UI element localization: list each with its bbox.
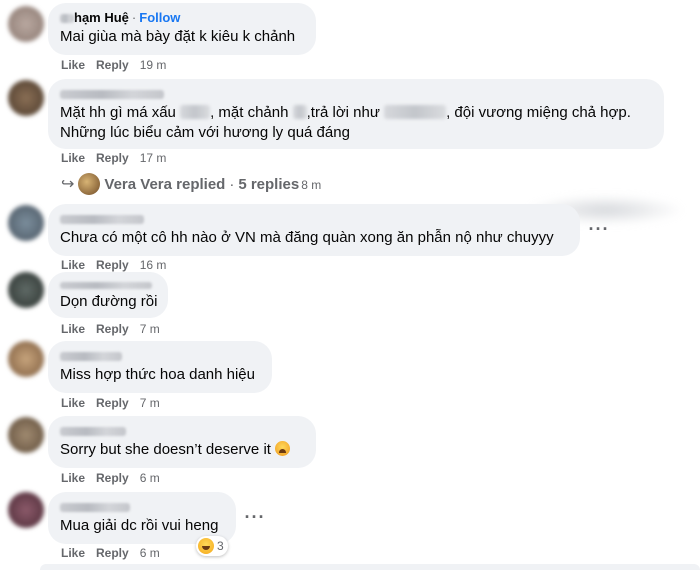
reaction-count: 3 bbox=[217, 539, 224, 553]
comment-text-part: Sorry but she doesn’t deserve it bbox=[60, 441, 271, 458]
comment-text-part: ,trả lời như bbox=[306, 104, 380, 121]
next-comment-bubble-partial bbox=[40, 564, 700, 570]
view-replies[interactable]: ↪ Vera Vera replied · 5 replies 8 m bbox=[61, 173, 321, 195]
like-button[interactable]: Like bbox=[61, 151, 85, 165]
avatar[interactable] bbox=[8, 492, 44, 528]
comment-actions: Like Reply 6 m bbox=[61, 470, 160, 486]
reply-button[interactable]: Reply bbox=[96, 471, 129, 485]
comment-bubble: hạm Huệ · Follow Mai giùa mà bày đặt k kiê… bbox=[48, 3, 316, 55]
like-button[interactable]: Like bbox=[61, 396, 85, 410]
avatar[interactable] bbox=[8, 80, 44, 116]
avatar[interactable] bbox=[8, 272, 44, 308]
comment-text-line2: Những lúc biểu cảm với hương ly quá đáng bbox=[60, 124, 350, 141]
comment-actions: Like Reply 7 m bbox=[61, 395, 160, 411]
reply-button[interactable]: Reply bbox=[96, 322, 129, 336]
comment-bubble: Sorry but she doesn’t deserve it bbox=[48, 416, 316, 468]
comment-actions: Like Reply 17 m bbox=[61, 150, 166, 166]
author-name-blurred[interactable] bbox=[60, 282, 152, 290]
comment-time[interactable]: 7 m bbox=[140, 396, 160, 410]
laughing-face-emoji bbox=[198, 538, 214, 554]
comment-text: Chưa có một cô hh nào ở VN mà đăng quàn … bbox=[60, 229, 554, 246]
reply-button[interactable]: Reply bbox=[96, 546, 129, 560]
like-button[interactable]: Like bbox=[61, 322, 85, 336]
comment-text: Sorry but she doesn’t deserve it bbox=[60, 440, 304, 460]
reply-button[interactable]: Reply bbox=[96, 258, 129, 272]
comment-text-part: , mặt chảnh bbox=[210, 104, 289, 121]
like-button[interactable]: Like bbox=[61, 258, 85, 272]
comment-bubble: Miss hợp thức hoa danh hiệu bbox=[48, 341, 272, 393]
separator-dot: · bbox=[229, 176, 235, 193]
comment-actions: Like Reply 6 m bbox=[61, 545, 160, 561]
avatar[interactable] bbox=[8, 417, 44, 453]
reply-button[interactable]: Reply bbox=[96, 151, 129, 165]
comment-text-part: Mặt hh gì má xấu bbox=[60, 104, 176, 121]
comment-time[interactable]: 19 m bbox=[140, 58, 167, 72]
crying-face-emoji bbox=[275, 441, 291, 456]
author-name-blurred[interactable] bbox=[60, 503, 130, 513]
author-name-blurred[interactable] bbox=[60, 215, 144, 225]
separator-dot: · bbox=[131, 10, 137, 25]
comment-actions: Like Reply 16 m bbox=[61, 257, 166, 273]
reaction-summary[interactable]: 3 bbox=[196, 536, 228, 556]
comment-bubble: Mặt hh gì má xấu , mặt chảnh ,trả lời nh… bbox=[48, 79, 664, 149]
more-options-button[interactable]: ··· bbox=[584, 218, 614, 248]
replies-count[interactable]: 5 replies bbox=[238, 176, 299, 193]
author-name-blurred[interactable] bbox=[60, 90, 164, 100]
comment-time[interactable]: 6 m bbox=[140, 546, 160, 560]
author-name-blurred[interactable] bbox=[60, 352, 122, 362]
like-button[interactable]: Like bbox=[61, 546, 85, 560]
avatar[interactable] bbox=[8, 205, 44, 241]
redacted-text bbox=[384, 105, 447, 119]
redacted-text bbox=[292, 105, 307, 119]
comment-time[interactable]: 7 m bbox=[140, 322, 160, 336]
more-options-button[interactable]: ··· bbox=[240, 506, 270, 536]
comment-text: Mặt hh gì má xấu , mặt chảnh ,trả lời nh… bbox=[60, 103, 652, 123]
follow-link[interactable]: Follow bbox=[139, 10, 180, 25]
comment-bubble: Chưa có một cô hh nào ở VN mà đăng quàn … bbox=[48, 204, 580, 256]
comment-text: Miss hợp thức hoa danh hiệu bbox=[60, 366, 255, 383]
comment-text: Dọn đường rồi bbox=[60, 293, 158, 310]
comment-text: Mua giải dc rồi vui heng bbox=[60, 517, 219, 534]
replier-avatar bbox=[78, 173, 101, 195]
author-name[interactable]: hạm Huệ bbox=[74, 10, 129, 25]
avatar[interactable] bbox=[8, 6, 44, 42]
comment-time[interactable]: 16 m bbox=[140, 258, 167, 272]
comment-text: Mai giùa mà bày đặt k kiêu k chảnh bbox=[60, 28, 296, 45]
comment-bubble: Dọn đường rồi bbox=[48, 272, 168, 318]
comment-text-part: , đội vương miệng chả hợp. bbox=[446, 104, 631, 121]
like-button[interactable]: Like bbox=[61, 58, 85, 72]
comment-actions: Like Reply 19 m bbox=[61, 57, 166, 73]
comment-time[interactable]: 6 m bbox=[140, 471, 160, 485]
author-name-blurred[interactable] bbox=[60, 427, 126, 437]
reply-button[interactable]: Reply bbox=[96, 58, 129, 72]
avatar[interactable] bbox=[8, 341, 44, 377]
like-button[interactable]: Like bbox=[61, 471, 85, 485]
comment-actions: Like Reply 7 m bbox=[61, 321, 160, 337]
reply-button[interactable]: Reply bbox=[96, 396, 129, 410]
author-name-blurred[interactable] bbox=[60, 14, 74, 24]
comment-time[interactable]: 17 m bbox=[140, 151, 167, 165]
replier-name[interactable]: Vera Vera replied bbox=[104, 176, 225, 193]
reply-arrow-icon: ↪ bbox=[61, 176, 75, 193]
redacted-text bbox=[180, 105, 211, 119]
replies-time: 8 m bbox=[301, 178, 322, 192]
